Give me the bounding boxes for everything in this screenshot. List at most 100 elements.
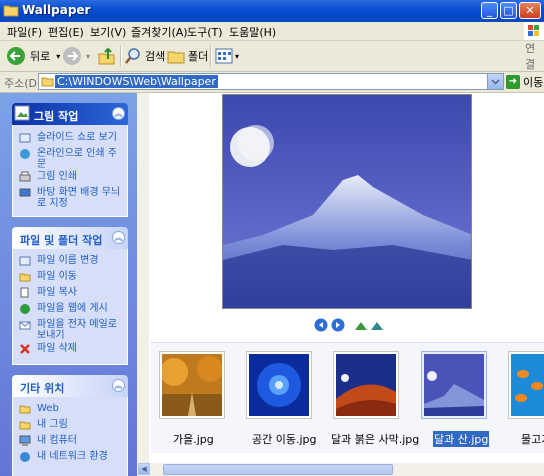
globe-print-icon	[20, 149, 30, 159]
task-delete[interactable]: 파일 삭제	[19, 343, 125, 354]
title-bar: Wallpaper _ □ ✕	[0, 0, 544, 22]
folders-icon	[167, 51, 185, 64]
go-button[interactable]: ➜ 이동	[506, 74, 543, 90]
thumbnail[interactable]	[159, 351, 225, 419]
menu-view[interactable]: 보기(V)	[90, 24, 126, 40]
rotate-clockwise-icon[interactable]	[354, 318, 368, 332]
horizontal-scrollbar[interactable]: ◀	[137, 463, 544, 476]
thumbnail-selected[interactable]	[421, 351, 487, 419]
thumbnail[interactable]	[246, 351, 312, 419]
file-tasks-title: 파일 및 폴더 작업	[20, 234, 103, 247]
next-image-icon[interactable]	[331, 318, 345, 332]
search-button[interactable]: 검색	[124, 45, 165, 67]
thumbnail-label: 공간 이동.jpg	[252, 433, 317, 446]
address-dropdown-button[interactable]	[487, 74, 503, 89]
network-icon	[20, 452, 30, 462]
menu-favorites[interactable]: 즐겨찾기(A)	[131, 24, 188, 40]
toolbar: 뒤로 ▾ ▾ 검색 폴더 ▾ 연결	[0, 41, 544, 72]
place-my-pictures[interactable]: 내 그림	[19, 419, 125, 430]
printer-icon	[19, 171, 31, 182]
windows-logo-icon	[524, 22, 544, 40]
other-places-header[interactable]: 기타 위치 ︽	[12, 375, 128, 397]
delete-x-icon	[20, 344, 30, 354]
slideshow-icon	[19, 133, 31, 143]
go-arrow-icon: ➜	[506, 75, 520, 89]
collapse-chevron-icon[interactable]: ︽	[112, 379, 125, 392]
menu-file[interactable]: 파일(F)	[7, 24, 42, 40]
place-my-computer[interactable]: 내 컴퓨터	[19, 435, 125, 446]
task-pane-scrollbar[interactable]	[137, 93, 149, 476]
rename-icon	[19, 256, 31, 266]
address-value: C:\WINDOWS\Web\Wallpaper	[55, 75, 218, 88]
computer-icon	[19, 435, 31, 446]
search-label: 검색	[145, 50, 166, 63]
copy-icon	[20, 287, 29, 298]
go-label: 이동	[523, 76, 544, 89]
file-tasks-panel: 파일 이름 변경 파일 이동 파일 복사 파일을 웹에 게시 파일을 전자 메일…	[12, 249, 128, 365]
menu-bar: 파일(F) 편집(E) 보기(V) 즐겨찾기(A) 도구(T) 도움말(H)	[0, 22, 544, 41]
minimize-button[interactable]: _	[481, 2, 498, 19]
maximize-button[interactable]: □	[500, 2, 517, 19]
move-icon	[19, 273, 31, 282]
close-button[interactable]: ✕	[519, 2, 541, 19]
links-label[interactable]: 연결	[525, 42, 544, 71]
thumbnail-label: 물고기	[521, 433, 544, 446]
place-network[interactable]: 내 네트워크 환경	[19, 451, 125, 462]
up-folder-button[interactable]	[97, 45, 117, 67]
menu-tools[interactable]: 도구(T)	[187, 24, 223, 40]
picture-tasks-header[interactable]: 그림 작업 ︽	[12, 103, 128, 125]
scroll-left-button[interactable]: ◀	[138, 463, 150, 475]
views-button[interactable]: ▾	[215, 45, 239, 67]
task-publish[interactable]: 파일을 웹에 게시	[19, 303, 125, 314]
task-set-wallpaper[interactable]: 바탕 화면 배경 무늬로 지정	[19, 187, 125, 209]
thumbnail-label-selected: 달과 산.jpg	[433, 431, 490, 447]
forward-button[interactable]: ▾	[62, 45, 90, 67]
image-preview	[222, 94, 472, 309]
address-label: 주소(D)	[4, 77, 42, 90]
folder-icon	[41, 77, 54, 87]
task-order-prints[interactable]: 온라인으로 인쇄 주문	[19, 148, 125, 170]
file-tasks-header[interactable]: 파일 및 폴더 작업 ︽	[12, 227, 128, 249]
desktop-icon	[19, 188, 31, 197]
other-places-title: 기타 위치	[20, 382, 65, 395]
collapse-chevron-icon[interactable]: ︽	[112, 231, 125, 244]
back-arrow-icon	[7, 47, 25, 65]
folder-icon	[19, 405, 31, 414]
place-web[interactable]: Web	[19, 403, 125, 414]
menu-help[interactable]: 도움말(H)	[229, 24, 276, 40]
collapse-chevron-icon[interactable]: ︽	[112, 107, 125, 120]
scroll-thumb[interactable]	[163, 464, 393, 475]
back-button[interactable]: 뒤로 ▾	[6, 45, 60, 67]
picture-tasks-panel: 슬라이드 쇼로 보기 온라인으로 인쇄 주문 그림 인쇄 바탕 화면 배경 무늬…	[12, 125, 128, 217]
thumbnail[interactable]	[508, 351, 544, 419]
forward-arrow-icon	[63, 47, 81, 65]
task-slideshow[interactable]: 슬라이드 쇼로 보기	[19, 132, 125, 143]
picture-tasks-title: 그림 작업	[34, 110, 79, 123]
thumbnail[interactable]	[333, 351, 399, 419]
email-icon	[19, 321, 31, 330]
other-places-panel: Web 내 그림 내 컴퓨터 내 네트워크 환경	[12, 397, 128, 476]
globe-icon	[20, 304, 30, 314]
task-print[interactable]: 그림 인쇄	[19, 171, 125, 182]
previous-image-icon[interactable]	[314, 318, 328, 332]
menu-edit[interactable]: 편집(E)	[48, 24, 84, 40]
views-icon	[215, 48, 233, 64]
my-pictures-icon	[19, 421, 31, 430]
search-icon	[125, 48, 140, 64]
window-title: Wallpaper	[22, 3, 91, 17]
rotate-counterclockwise-icon[interactable]	[370, 318, 384, 332]
task-copy[interactable]: 파일 복사	[19, 287, 125, 298]
address-bar: 주소(D) C:\WINDOWS\Web\Wallpaper ➜ 이동	[0, 72, 544, 93]
task-rename[interactable]: 파일 이름 변경	[19, 255, 125, 266]
thumbnail-label: 가을.jpg	[173, 433, 214, 446]
address-field[interactable]: C:\WINDOWS\Web\Wallpaper	[38, 73, 504, 90]
folder-icon	[3, 5, 19, 17]
up-folder-icon	[98, 47, 115, 65]
thumbnail-strip: 가을.jpg 공간 이동.jpg 달과 붉은 사막.jpg 달과 산.jpg 물…	[151, 342, 544, 453]
picture-tasks-icon	[14, 105, 30, 121]
back-label: 뒤로	[30, 50, 51, 63]
task-email[interactable]: 파일을 전자 메일로 보내기	[19, 319, 125, 341]
task-move[interactable]: 파일 이동	[19, 271, 125, 282]
folders-button[interactable]: 폴더	[167, 45, 208, 67]
folders-label: 폴더	[188, 50, 209, 63]
